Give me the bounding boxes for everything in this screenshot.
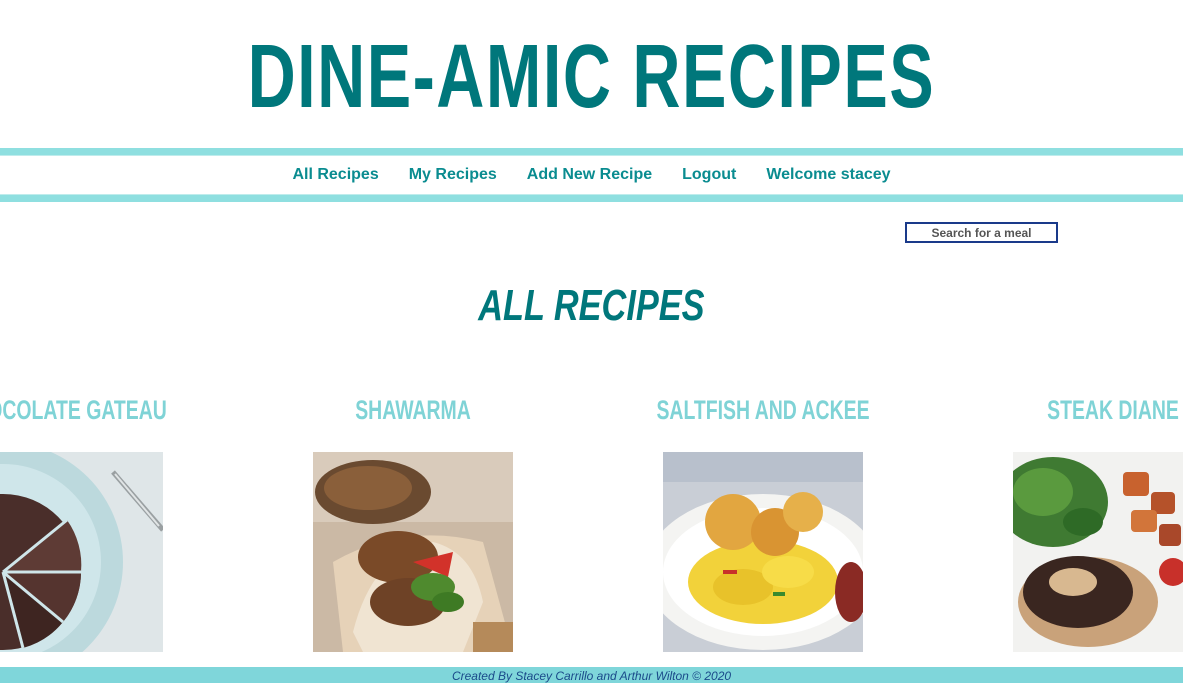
nav-welcome-user[interactable]: Welcome stacey	[751, 166, 905, 184]
page-title: ALL RECIPES	[478, 281, 705, 330]
site-title: DINE-AMIC RECIPES	[247, 27, 936, 127]
search-input[interactable]	[905, 222, 1058, 243]
recipe-image-shawarma[interactable]	[313, 452, 513, 652]
nav-all-recipes[interactable]: All Recipes	[277, 166, 393, 184]
recipe-image-chocolate-gateau[interactable]	[0, 452, 163, 652]
recipe-title[interactable]: SHAWARMA	[233, 392, 593, 428]
nav-band-top	[0, 148, 1183, 155]
nav-logout[interactable]: Logout	[667, 166, 751, 184]
recipe-image-steak-diane[interactable]	[1013, 452, 1183, 652]
nav-band-bottom	[0, 195, 1183, 202]
recipe-title[interactable]: CHOCOLATE GATEAU	[0, 392, 243, 428]
nav-add-new-recipe[interactable]: Add New Recipe	[512, 166, 667, 184]
footer-credits: Created By Stacey Carrillo and Arthur Wi…	[451, 669, 732, 683]
recipe-title[interactable]: SALTFISH AND ACKEE	[583, 392, 943, 428]
recipe-title[interactable]: STEAK DIANE	[933, 392, 1183, 428]
nav-my-recipes[interactable]: My Recipes	[394, 166, 512, 184]
main-nav: All Recipes My Recipes Add New Recipe Lo…	[0, 155, 1183, 195]
recipe-image-saltfish-and-ackee[interactable]	[663, 452, 863, 652]
